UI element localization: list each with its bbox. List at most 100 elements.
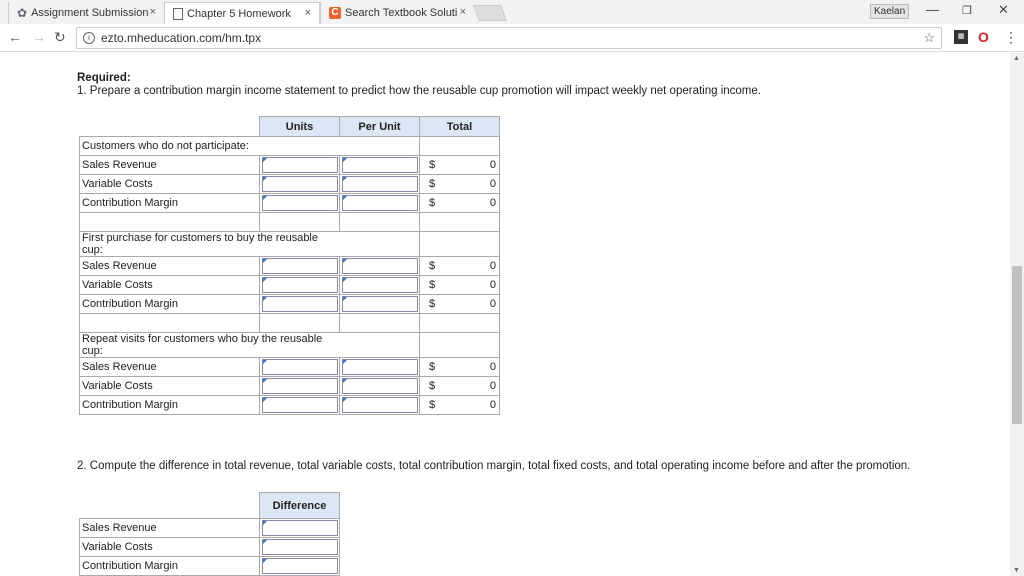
per-unit-input[interactable] [339,357,420,377]
input-box[interactable] [262,558,338,574]
table-row: Variable Costs [79,537,340,557]
row-label: Sales Revenue [79,256,260,276]
input-box[interactable] [342,378,418,394]
input-box[interactable] [342,296,418,312]
difference-input[interactable] [259,556,340,576]
scroll-up-arrow-icon[interactable]: ▲ [1013,55,1020,62]
user-profile-badge[interactable]: Kaelan [870,4,910,19]
per-unit-input[interactable] [339,376,420,396]
dollar-sign: $ [429,361,436,373]
spacer-cell [79,313,260,333]
row-label: Contribution Margin [79,556,260,576]
difference-input[interactable] [259,537,340,557]
input-box[interactable] [342,359,418,375]
total-cell: $0 [419,275,500,295]
per-unit-input[interactable] [339,395,420,415]
required-heading: Required: [77,72,131,84]
total-value: 0 [489,380,496,392]
input-box[interactable] [262,195,338,211]
units-input[interactable] [259,357,340,377]
input-box[interactable] [262,359,338,375]
extension-icon[interactable]: ▦ [954,30,968,44]
bookmark-star-icon[interactable]: ☆ [923,30,935,46]
difference-table: Difference Sales Revenue Variable Costs Co… [79,492,340,576]
total-cell: $0 [419,357,500,377]
input-box[interactable] [262,378,338,394]
units-input[interactable] [259,275,340,295]
per-unit-input[interactable] [339,193,420,213]
input-box[interactable] [262,296,338,312]
row-label: Variable Costs [79,174,260,194]
extension-o-icon[interactable]: O [978,30,992,44]
input-box[interactable] [262,157,338,173]
input-box[interactable] [262,520,338,536]
units-input[interactable] [259,174,340,194]
total-value: 0 [489,298,496,310]
info-icon[interactable]: i [83,32,95,44]
per-unit-input[interactable] [339,256,420,276]
input-box[interactable] [262,258,338,274]
scroll-down-arrow-icon[interactable]: ▼ [1013,567,1020,574]
close-icon[interactable]: × [460,6,466,18]
input-box[interactable] [342,258,418,274]
section-blank [339,332,420,358]
per-unit-input[interactable] [339,275,420,295]
input-box[interactable] [262,277,338,293]
row-label: Contribution Margin [79,193,260,213]
question-1: 1. Prepare a contribution margin income … [77,85,761,97]
total-cell: $0 [419,256,500,276]
per-unit-input[interactable] [339,155,420,175]
page-content: Required: 1. Prepare a contribution marg… [0,53,1010,576]
total-value: 0 [489,361,496,373]
tab-assignment-submission[interactable]: ✿ Assignment Submission × [8,2,164,24]
per-unit-input[interactable] [339,294,420,314]
input-box[interactable] [262,176,338,192]
spacer-cell [339,212,420,232]
units-input[interactable] [259,193,340,213]
per-unit-input[interactable] [339,174,420,194]
spacer-row [79,212,500,232]
section-blank [419,332,500,358]
input-box[interactable] [342,195,418,211]
input-box[interactable] [262,539,338,555]
tab-strip: ✿ Assignment Submission × Chapter 5 Home… [0,0,1024,24]
restore-icon[interactable]: ❐ [962,4,972,17]
input-box[interactable] [342,397,418,413]
table-row: Contribution Margin $0 [79,193,500,213]
vertical-scrollbar[interactable]: ▲ ▼ [1010,53,1024,576]
units-input[interactable] [259,256,340,276]
dollar-sign: $ [429,380,436,392]
minimize-icon[interactable]: — [926,2,939,17]
reload-icon[interactable]: ↻ [54,29,66,46]
units-input[interactable] [259,155,340,175]
total-value: 0 [489,178,496,190]
address-bar[interactable]: i ezto.mheducation.com/hm.tpx ☆ [76,27,942,49]
tab-title: Search Textbook Solution [345,7,457,19]
total-cell: $0 [419,155,500,175]
difference-input[interactable] [259,518,340,538]
input-box[interactable] [262,397,338,413]
new-tab-button[interactable] [473,5,507,21]
forward-arrow-icon[interactable]: → [32,29,46,45]
input-box[interactable] [342,176,418,192]
close-icon[interactable]: × [305,7,311,19]
total-value: 0 [489,279,496,291]
scroll-thumb[interactable] [1012,266,1022,424]
tab-chapter-5-homework[interactable]: Chapter 5 Homework × [164,2,320,24]
units-input[interactable] [259,294,340,314]
input-box[interactable] [342,157,418,173]
spacer-cell [259,313,340,333]
total-value: 0 [489,159,496,171]
input-box[interactable] [342,277,418,293]
menu-dots-icon[interactable]: ⋮ [1004,29,1018,46]
header-per-unit: Per Unit [339,116,420,137]
units-input[interactable] [259,376,340,396]
close-window-icon[interactable]: ✕ [998,2,1009,18]
close-icon[interactable]: × [150,6,156,18]
back-arrow-icon[interactable]: ← [8,29,22,45]
units-input[interactable] [259,395,340,415]
section-blank [419,231,500,257]
table-row: Sales Revenue $0 [79,357,500,377]
tab-title: Chapter 5 Homework [187,7,291,20]
tab-search-textbook[interactable]: C Search Textbook Solution × [320,2,474,24]
